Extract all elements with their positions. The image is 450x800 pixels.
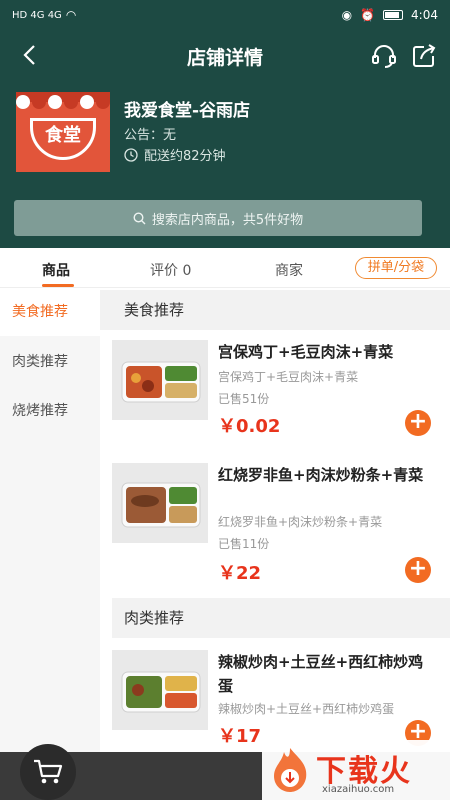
tab-products[interactable]: 商品	[42, 260, 70, 280]
product-name: 宫保鸡丁+毛豆肉沫+青菜	[218, 343, 394, 361]
product-name: 红烧罗非鱼+肉沫炒粉条+青菜	[218, 466, 424, 484]
product-image	[112, 340, 208, 420]
shop-notice: 公告：无	[124, 128, 177, 143]
cart-icon	[34, 759, 63, 784]
product-price: ￥22	[218, 563, 262, 584]
cart-button[interactable]	[20, 744, 76, 800]
battery-icon	[383, 10, 404, 20]
search-placeholder: 搜索店内商品，共5件好物	[151, 212, 304, 228]
tab-merchant[interactable]: 商家	[275, 260, 303, 280]
product-list[interactable]: 美食推荐 宫保鸡丁+毛豆肉沫+青菜 宫保鸡丁+毛豆肉沫+青菜 已售51份 ￥0.…	[100, 288, 450, 800]
product-sold: 已售51份	[218, 392, 270, 406]
sidebar-item-food[interactable]: 美食推荐	[0, 288, 100, 336]
shop-header: 店铺详情 食堂 我爱食堂-谷雨店 公告：无 配送约82分钟 搜索店内商品，共5件…	[0, 30, 450, 248]
category-sidebar: 美食推荐 肉类推荐 烧烤推荐	[0, 288, 100, 800]
flame-icon	[274, 748, 307, 792]
list-item[interactable]: 宫保鸡丁+毛豆肉沫+青菜 宫保鸡丁+毛豆肉沫+青菜 已售51份 ￥0.02 +	[100, 340, 450, 470]
status-bar: HD 4G 4G ◠ ◉ ⏰ 4:04	[0, 0, 450, 30]
product-desc: 辣椒炒肉+土豆丝+西红柿炒鸡蛋	[218, 702, 395, 716]
delivery-time: 配送约82分钟	[124, 145, 226, 164]
eye-icon: ◉	[341, 8, 353, 22]
network-status: HD 4G 4G	[12, 9, 62, 21]
product-price: ￥17	[218, 726, 262, 747]
watermark-logo: 下载火 xiazaihuo.com	[262, 740, 450, 800]
delivery-text: 配送约82分钟	[144, 149, 226, 164]
alarm-icon: ⏰	[360, 8, 376, 22]
search-icon	[133, 211, 146, 224]
active-tab-indicator	[42, 284, 74, 287]
tab-bar: 商品 评价 0 商家 拼单/分袋	[0, 248, 450, 288]
product-price: ￥0.02	[218, 416, 281, 437]
category-header: 肉类推荐	[112, 598, 450, 638]
sidebar-item-meat[interactable]: 肉类推荐	[0, 338, 100, 386]
add-to-cart-button[interactable]: +	[405, 410, 431, 436]
product-image	[112, 650, 208, 730]
nav-bar: 店铺详情	[0, 30, 450, 82]
signal-indicators: HD 4G 4G ◠	[12, 8, 76, 22]
shop-name: 我爱食堂-谷雨店	[124, 101, 251, 121]
product-desc: 宫保鸡丁+毛豆肉沫+青菜	[218, 370, 359, 384]
product-desc: 红烧罗非鱼+肉沫炒粉条+青菜	[218, 515, 383, 529]
clock-icon	[124, 147, 138, 162]
product-image	[112, 463, 208, 543]
awning-graphic	[16, 92, 110, 109]
list-item[interactable]: 红烧罗非鱼+肉沫炒粉条+青菜 红烧罗非鱼+肉沫炒粉条+青菜 已售11份 ￥22 …	[100, 463, 450, 593]
share-icon[interactable]	[410, 42, 438, 70]
logo-text: 食堂	[30, 118, 96, 160]
add-to-cart-button[interactable]: +	[405, 557, 431, 583]
watermark-url: xiazaihuo.com	[322, 784, 395, 795]
category-header: 美食推荐	[100, 290, 450, 330]
status-time: 4:04	[411, 8, 438, 22]
product-name: 辣椒炒肉+土豆丝+西红柿炒鸡蛋	[218, 653, 424, 695]
tab-reviews[interactable]: 评价 0	[150, 260, 191, 280]
group-order-button[interactable]: 拼单/分袋	[355, 257, 437, 279]
customer-service-icon[interactable]	[370, 42, 398, 70]
sidebar-item-bbq[interactable]: 烧烤推荐	[0, 387, 100, 435]
search-input[interactable]: 搜索店内商品，共5件好物	[14, 200, 422, 236]
product-sold: 已售11份	[218, 537, 270, 551]
shop-logo: 食堂	[16, 92, 110, 172]
wifi-icon: ◠	[65, 8, 77, 22]
